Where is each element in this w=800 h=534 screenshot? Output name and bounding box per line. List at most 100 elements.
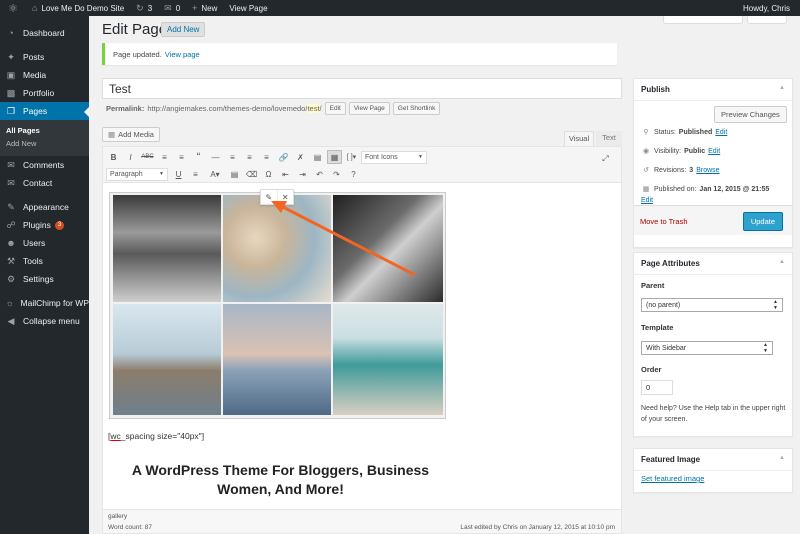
tools-icon: ⚒ (6, 255, 16, 266)
comments-count: 0 (175, 3, 181, 13)
edit-permalink-button[interactable]: Edit (324, 102, 346, 115)
order-label: Order (641, 365, 662, 374)
visibility-label: Visibility: (654, 147, 682, 155)
wordpress-logo-icon[interactable]: ⚛ (0, 0, 26, 16)
sidebar-item-portfolio[interactable]: ▩ Portfolio (0, 84, 89, 102)
site-name-link[interactable]: ⌂ Love Me Do Demo Site (26, 0, 130, 16)
template-label: Template (641, 323, 674, 332)
sidebar-item-label: Dashboard (23, 28, 65, 38)
published-edit-link[interactable]: Edit (641, 197, 653, 204)
sidebar-item-plugins[interactable]: ☍ Plugins 3 (0, 216, 89, 234)
view-page-notice-link[interactable]: View page (165, 50, 200, 59)
post-title-input[interactable]: Test (102, 78, 622, 99)
permalink-end: / (319, 104, 322, 113)
parent-select[interactable]: (no parent) ▲ ▼ (641, 298, 783, 312)
sidebar-item-label: Contact (23, 178, 53, 188)
notice-text: Page updated. (113, 49, 162, 59)
revisions-row: ↺ Revisions: 3 Browse (641, 166, 719, 175)
publish-actions: Move to Trash Update (634, 205, 792, 235)
new-content-link[interactable]: + New (186, 0, 223, 16)
sidebar-item-collapse[interactable]: ◀ Collapse menu (0, 312, 89, 330)
sidebar-item-comments[interactable]: ✉ Comments (0, 156, 89, 174)
sidebar-item-settings[interactable]: ⚙ Settings (0, 270, 89, 288)
pin-icon: ✦ (7, 51, 15, 62)
element-path[interactable]: gallery (108, 513, 127, 520)
content-heading: A WordPress Theme For Bloggers, Business… (108, 461, 453, 499)
help-tab[interactable] (747, 16, 787, 24)
sidebar-item-label: Posts (23, 52, 45, 62)
sidebar-item-label: Plugins (23, 220, 51, 230)
updates-icon: ↻ (136, 2, 144, 13)
permalink-label: Permalink: (106, 104, 145, 113)
status-edit-link[interactable]: Edit (715, 129, 727, 136)
comments-link[interactable]: ✉ 0 (158, 0, 186, 16)
updates-count: 3 (147, 3, 153, 13)
view-page-button[interactable]: View Page (348, 102, 390, 115)
set-featured-image-link[interactable]: Set featured image (641, 474, 704, 483)
add-new-button[interactable]: Add New (161, 22, 206, 37)
status-label: Status: (654, 128, 676, 136)
sidebar-item-posts[interactable]: ✦ Posts (0, 48, 89, 66)
plugins-update-badge: 3 (54, 220, 65, 230)
sidebar-item-contact[interactable]: ✉ Contact (0, 174, 89, 192)
order-input[interactable]: 0 (641, 380, 673, 395)
publish-title: Publish (641, 85, 670, 94)
parent-value: (no parent) (646, 301, 681, 309)
shortcode-rest: _spacing size="40px"] (120, 431, 205, 441)
sidebar-item-appearance[interactable]: ✎ Appearance (0, 198, 89, 216)
get-shortlink-button[interactable]: Get Shortlink (392, 102, 441, 115)
published-on-row: ▦ Published on: Jan 12, 2015 @ 21:55 (641, 185, 770, 194)
submenu-all-pages[interactable]: All Pages (0, 124, 89, 137)
sidebar-item-users[interactable]: ☻ Users (0, 234, 89, 252)
heading-line-1: A WordPress Theme For Bloggers, Business (131, 462, 430, 478)
sidebar-item-label: Comments (23, 160, 65, 170)
toggle-arrow-icon[interactable]: ▲ (779, 259, 785, 265)
tab-visual[interactable]: Visual (564, 131, 594, 146)
preview-changes-button[interactable]: Preview Changes (714, 106, 787, 123)
site-name: Love Me Do Demo Site (41, 3, 125, 13)
howdy-user-menu[interactable]: Howdy, Chris (737, 0, 800, 16)
editor-status-bar: gallery Word count: 87 Last edited by Ch… (103, 509, 621, 533)
published-label: Published on: (654, 185, 697, 193)
media-icon: ▦ (108, 130, 116, 139)
sidebar-item-label: Users (23, 238, 46, 248)
users-icon: ☻ (6, 238, 16, 248)
visibility-edit-link[interactable]: Edit (708, 148, 720, 155)
word-count: Word count: 87 (108, 524, 152, 531)
appearance-icon: ✎ (7, 201, 15, 212)
publish-box: Publish ▲ Preview Changes ⚲ Status: Publi… (633, 78, 793, 248)
submenu-add-new[interactable]: Add New (0, 137, 89, 150)
update-button[interactable]: Update (742, 212, 783, 231)
page-attributes-header[interactable]: Page Attributes ▲ (634, 253, 792, 275)
sidebar-item-label: Tools (23, 256, 43, 266)
sidebar-item-label: MailChimp for WP (20, 298, 89, 308)
view-page-link[interactable]: View Page (223, 0, 273, 16)
toggle-arrow-icon[interactable]: ▲ (779, 455, 785, 461)
chevron-down-icon: ▲ ▼ (763, 342, 768, 354)
sidebar-item-media[interactable]: ▣ Media (0, 66, 89, 84)
add-media-button[interactable]: ▦ Add Media (102, 127, 160, 142)
sidebar-item-label: Appearance (23, 202, 69, 212)
add-media-label: Add Media (118, 130, 154, 139)
template-select[interactable]: With Sidebar ▲ ▼ (641, 341, 773, 355)
screen-options-tab[interactable] (663, 16, 743, 24)
sidebar-item-dashboard[interactable]: ◔ Dashboard (0, 24, 89, 42)
spelling-error-word[interactable]: wc (110, 431, 120, 441)
toggle-arrow-icon[interactable]: ▲ (779, 85, 785, 91)
publish-box-header[interactable]: Publish ▲ (634, 79, 792, 101)
last-edited: Last edited by Chris on January 12, 2015… (460, 524, 615, 531)
sidebar-item-tools[interactable]: ⚒ Tools (0, 252, 89, 270)
page-attributes-title: Page Attributes (641, 259, 700, 268)
tab-text[interactable]: Text (596, 131, 622, 146)
move-to-trash-link[interactable]: Move to Trash (640, 217, 688, 226)
collapse-icon: ◀ (7, 315, 15, 326)
permalink-base[interactable]: http://angiemakes.com/themes-demo/loveme… (147, 104, 307, 113)
permalink-slug[interactable]: test (307, 104, 320, 113)
featured-image-header[interactable]: Featured Image ▲ (634, 449, 792, 471)
updates-link[interactable]: ↻ 3 (130, 0, 158, 16)
sidebar-item-pages[interactable]: ❐ Pages (0, 102, 89, 120)
browse-revisions-link[interactable]: Browse (696, 167, 719, 174)
sidebar-item-mailchimp[interactable]: ☼ MailChimp for WP (0, 294, 89, 312)
revisions-icon: ↺ (643, 167, 649, 174)
annotation-arrow-icon (271, 201, 416, 277)
